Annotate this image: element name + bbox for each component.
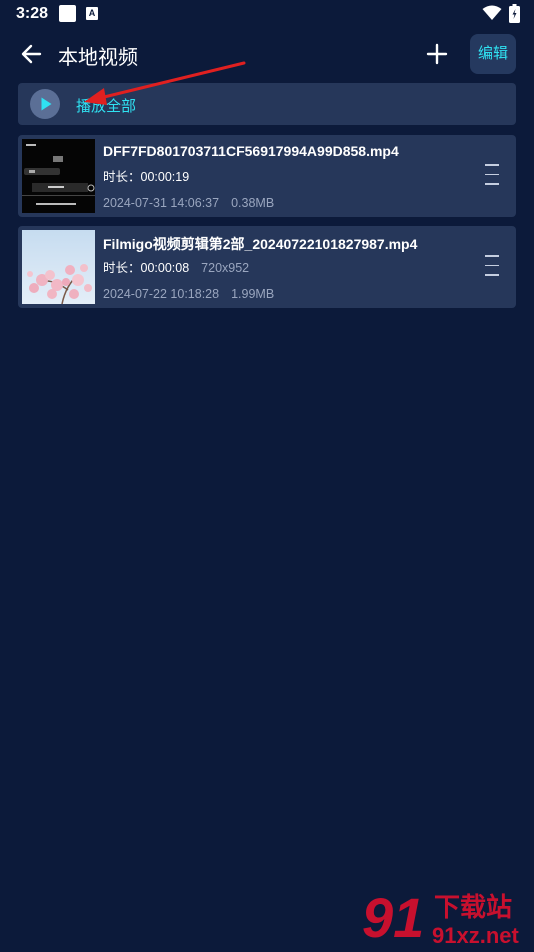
video-date: 2024-07-22 10:18:28 xyxy=(103,287,220,301)
watermark-text: 91xz.net xyxy=(432,923,519,947)
watermark-cn-text: 下载站 xyxy=(434,893,512,923)
video-meta: 2024-07-31 14:06:37 0.38MB xyxy=(103,196,274,210)
list-item[interactable]: Filmigo视频剪辑第2部_20240722101827987.mp4 时长：… xyxy=(18,226,516,308)
watermark-logo-icon: 91 下载站 91xz.net xyxy=(362,886,519,949)
video-size: 1.99MB xyxy=(231,287,275,301)
video-file-name: Filmigo视频剪辑第2部_20240722101827987.mp4 xyxy=(103,236,418,252)
back-arrow-icon[interactable] xyxy=(18,40,46,68)
edit-button[interactable]: 编辑 xyxy=(470,34,516,74)
play-all-label: 播放全部 xyxy=(76,98,137,115)
list-item[interactable]: DFF7FD801703711CF56917994A99D858.mp4 时长：… xyxy=(18,135,516,217)
video-thumbnail xyxy=(22,230,95,304)
drag-handle-icon[interactable] xyxy=(485,255,499,277)
notification-icon xyxy=(59,5,76,22)
video-meta: 2024-07-22 10:18:28 1.99MB xyxy=(103,287,274,301)
video-size: 0.38MB xyxy=(231,196,275,210)
video-thumbnail xyxy=(22,139,95,213)
wifi-icon xyxy=(482,5,502,20)
video-duration-label: 时长：00:00:19 xyxy=(103,170,190,184)
battery-icon xyxy=(509,4,520,23)
video-duration: 时长：00:00:19 xyxy=(103,166,189,185)
video-duration: 时长：00:00:08 720x952 xyxy=(103,257,249,276)
status-time: 3:28 xyxy=(16,5,49,22)
play-icon xyxy=(41,97,52,111)
video-file-name: DFF7FD801703711CF56917994A99D858.mp4 xyxy=(103,143,399,159)
page-title: 本地视频 xyxy=(58,47,138,69)
svg-text:91: 91 xyxy=(362,886,424,947)
status-bar: 3:28 A xyxy=(0,0,534,28)
watermark: 91 下载站 91xz.net xyxy=(360,885,532,949)
play-all-button[interactable] xyxy=(30,89,60,119)
play-all-bar[interactable]: 播放全部 xyxy=(18,83,516,125)
app-bar: 本地视频 编辑 xyxy=(0,30,534,80)
app-notification-icon: A xyxy=(86,7,98,20)
drag-handle-icon[interactable] xyxy=(485,164,499,186)
video-duration-label: 时长：00:00:08 xyxy=(103,261,190,275)
video-date: 2024-07-31 14:06:37 xyxy=(103,196,220,210)
plus-icon[interactable] xyxy=(424,41,450,67)
video-resolution: 720x952 xyxy=(201,261,250,275)
